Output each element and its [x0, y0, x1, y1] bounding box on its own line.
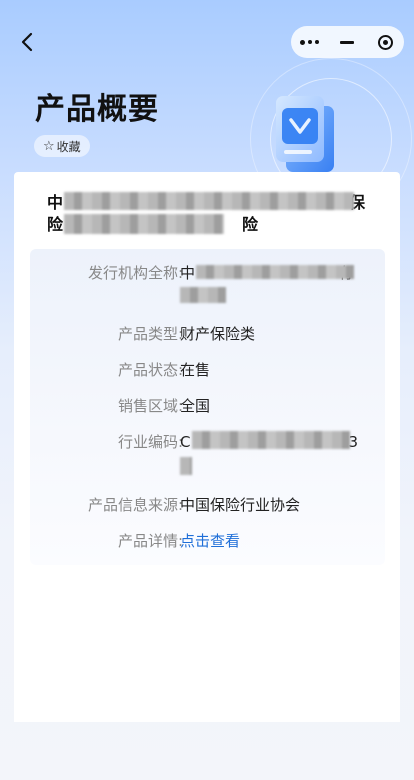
- close-button[interactable]: [367, 26, 403, 58]
- info-value: 全国: [180, 397, 211, 415]
- chevron-left-icon: [21, 32, 33, 52]
- redacted-mask: [64, 214, 224, 234]
- product-name-part: 中: [47, 193, 64, 212]
- redacted-mask: [192, 431, 350, 449]
- minus-icon: [340, 40, 355, 44]
- info-row-industry-code: 行业编码: C 93: [30, 431, 385, 477]
- product-name-part: 险: [47, 215, 64, 234]
- product-info-panel: 发行机构全称: 中 有 产品类型: 财产保险类 产品状态: 在售 销售区域: 全…: [30, 249, 385, 565]
- back-button[interactable]: [16, 30, 40, 54]
- star-outline-icon: ☆: [43, 138, 55, 154]
- target-circle-icon: [377, 34, 393, 50]
- favorite-label: 收藏: [56, 139, 81, 154]
- more-button[interactable]: [292, 26, 328, 58]
- info-label: 行业编码:: [117, 433, 183, 451]
- redacted-mask: [180, 457, 192, 475]
- info-label: 产品类型:: [117, 325, 183, 343]
- info-value: 财产保险类: [180, 325, 256, 343]
- redacted-mask: [180, 287, 226, 303]
- view-details-link[interactable]: 点击查看: [180, 530, 368, 552]
- more-dots-icon: [300, 39, 320, 45]
- favorite-button[interactable]: ☆ 收藏: [34, 135, 90, 157]
- card-scalloped-edge: [14, 714, 400, 722]
- info-row-issuer: 发行机构全称: 中 有: [30, 262, 385, 306]
- info-value: 在售: [180, 361, 211, 379]
- info-label: 销售区域:: [117, 397, 183, 415]
- product-name-part: 险: [242, 215, 259, 234]
- info-value: 中国保险行业协会: [180, 496, 301, 514]
- product-card: 中 保 险 险 发行机构全称: 中 有 产品类型: 财产保险类 产品状态: 在售…: [14, 172, 400, 722]
- info-label: 发行机构全称:: [87, 264, 183, 282]
- info-label: 产品状态:: [117, 361, 183, 379]
- info-label: 产品详情:: [117, 532, 183, 550]
- document-shield-icon: [276, 96, 334, 172]
- page-title: 产品概要: [35, 92, 159, 127]
- minimize-button[interactable]: [329, 26, 365, 58]
- mini-program-capsule: [291, 26, 404, 58]
- redacted-mask: [196, 265, 354, 279]
- info-label: 产品信息来源:: [87, 496, 183, 514]
- redacted-mask: [64, 192, 354, 210]
